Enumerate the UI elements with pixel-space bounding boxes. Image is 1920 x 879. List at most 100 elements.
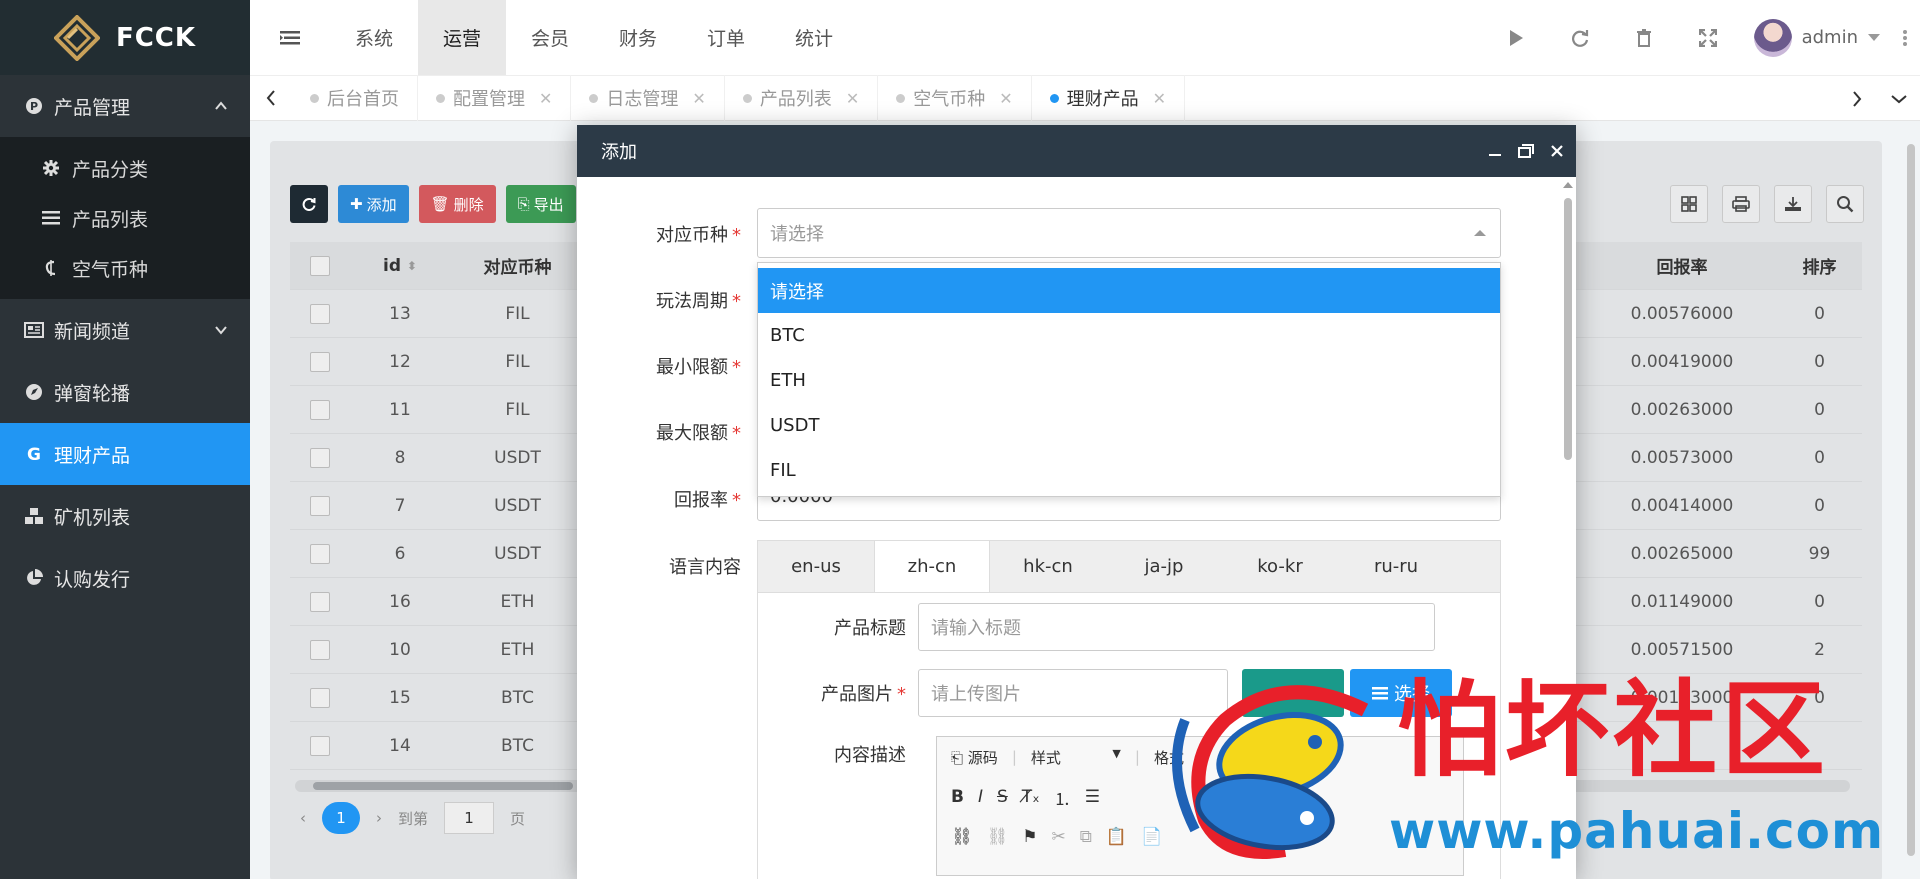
lang-tab-ru-ru[interactable]: ru-ru [1338,541,1454,592]
strikethrough-icon[interactable]: S [997,787,1008,807]
row-checkbox[interactable] [310,495,330,516]
row-checkbox[interactable] [310,591,330,612]
fullscreen-icon[interactable] [1676,0,1740,75]
refresh-icon[interactable] [1548,0,1612,75]
sidebar-item-finance-products[interactable]: G 理财产品 [0,423,250,485]
cell-id: 14 [389,735,411,756]
menu-toggle-icon[interactable] [250,0,330,75]
export-menu-button[interactable] [1774,185,1812,223]
tabs-menu-chevron-down-icon[interactable] [1878,76,1920,122]
sidebar-item-air-coin[interactable]: 空气币种 [0,243,250,293]
copy-icon[interactable]: ⧉ [1080,827,1092,847]
nav-system[interactable]: 系统 [330,0,418,75]
numbered-list-icon[interactable]: ⒈ [1054,785,1071,810]
sidebar-item-subscription[interactable]: 认购发行 [0,547,250,609]
dropdown-option-fil[interactable]: FIL [758,448,1500,493]
unlink-icon[interactable]: ⛓ [987,827,1009,847]
row-checkbox[interactable] [310,687,330,708]
close-icon[interactable]: ✕ [999,89,1012,108]
close-icon[interactable] [1550,144,1564,158]
style-select[interactable]: 样式 ▼ [1031,747,1121,768]
tab-finance-products[interactable]: 理财产品 ✕ [1032,75,1186,121]
nav-statistics[interactable]: 统计 [770,0,858,75]
nav-members[interactable]: 会员 [506,0,594,75]
print-button[interactable] [1722,185,1760,223]
columns-button[interactable] [1670,185,1708,223]
remove-format-icon[interactable]: T̸ₓ [1022,787,1040,807]
tab-dashboard[interactable]: 后台首页 [292,75,418,121]
close-icon[interactable]: ✕ [539,89,552,108]
add-button[interactable]: ✚ 添加 [338,185,409,223]
row-checkbox[interactable] [310,447,330,468]
anchor-flag-icon[interactable]: ⚑ [1022,827,1037,847]
page-jump-input[interactable]: 1 [444,802,495,834]
sidebar-item-news[interactable]: 新闻频道 [0,299,250,361]
min-limit-label: 最小限额 * [656,357,741,378]
dropdown-option-btc[interactable]: BTC [758,313,1500,358]
row-checkbox[interactable] [310,351,330,372]
italic-icon[interactable]: I [978,787,983,807]
scroll-up-icon[interactable] [1562,180,1574,190]
tabs-scroll-left-icon[interactable] [250,75,292,121]
maximize-icon[interactable] [1518,144,1534,158]
period-label: 玩法周期 * [656,291,741,312]
row-checkbox[interactable] [310,543,330,564]
play-icon[interactable] [1484,0,1548,75]
dropdown-option-usdt[interactable]: USDT [758,403,1500,448]
refresh-button[interactable] [290,185,328,223]
dropdown-option-eth[interactable]: ETH [758,358,1500,403]
next-page-icon[interactable]: › [376,809,382,827]
sidebar-item-miner-list[interactable]: 矿机列表 [0,485,250,547]
nav-operations[interactable]: 运营 [418,0,506,75]
nav-orders[interactable]: 订单 [682,0,770,75]
lang-tab-zh-cn[interactable]: zh-cn [874,541,990,592]
delete-button[interactable]: 🗑 删除 [418,185,496,223]
scrollbar-thumb[interactable] [1564,198,1572,460]
column-id[interactable]: id ⬍ [350,256,450,276]
row-checkbox[interactable] [310,639,330,660]
select-all-checkbox[interactable] [310,255,330,276]
sidebar-item-product-management[interactable]: P 产品管理 [0,75,250,137]
close-icon[interactable]: ✕ [846,89,859,108]
minimize-icon[interactable] [1488,144,1502,158]
close-icon[interactable]: ✕ [692,89,705,108]
paste-icon[interactable]: 📋 [1106,827,1127,847]
bold-icon[interactable]: B [951,787,964,807]
chevron-up-icon [215,101,227,110]
lang-tab-ja-jp[interactable]: ja-jp [1106,541,1222,592]
tabs-scroll-right-icon[interactable] [1836,76,1878,122]
bullet-list-icon[interactable]: ☰ [1085,787,1100,807]
prev-page-icon[interactable]: ‹ [300,809,306,827]
lang-tab-ko-kr[interactable]: ko-kr [1222,541,1338,592]
tab-logs[interactable]: 日志管理 ✕ [571,75,725,121]
tab-dot [436,93,445,103]
close-icon[interactable]: ✕ [1153,89,1166,108]
search-button[interactable] [1826,185,1864,223]
sidebar-item-popup-carousel[interactable]: 弹窗轮播 [0,361,250,423]
lang-tab-hk-cn[interactable]: hk-cn [990,541,1106,592]
logo[interactable]: FCCK [0,0,250,75]
more-options-icon[interactable] [1890,29,1920,47]
source-button[interactable]: ⎗ 源码 [951,747,998,768]
row-checkbox[interactable] [310,735,330,756]
row-checkbox[interactable] [310,303,330,324]
export-button[interactable]: ⎘ 导出 [505,185,576,223]
dropdown-option-placeholder[interactable]: 请选择 [758,268,1500,313]
sidebar-item-product-category[interactable]: 产品分类 [0,143,250,193]
scrollbar-thumb[interactable] [313,782,573,790]
row-checkbox[interactable] [310,399,330,420]
paste-text-icon[interactable]: 📄 [1141,827,1162,847]
page-1-button[interactable]: 1 [322,802,360,834]
tab-air-coin[interactable]: 空气币种 ✕ [878,75,1032,121]
link-icon[interactable]: ⛓ [951,827,973,847]
tab-product-list[interactable]: 产品列表 ✕ [725,75,879,121]
product-title-input[interactable]: 请输入标题 [918,603,1435,651]
trash-icon[interactable] [1612,0,1676,75]
tab-config[interactable]: 配置管理 ✕ [418,75,572,121]
user-menu[interactable]: admin [1740,0,1890,75]
nav-finance[interactable]: 财务 [594,0,682,75]
cut-icon[interactable]: ✂ [1051,827,1065,847]
lang-tab-en-us[interactable]: en-us [758,541,874,592]
sidebar-item-product-list[interactable]: 产品列表 [0,193,250,243]
coin-select[interactable]: 请选择 [757,208,1501,258]
